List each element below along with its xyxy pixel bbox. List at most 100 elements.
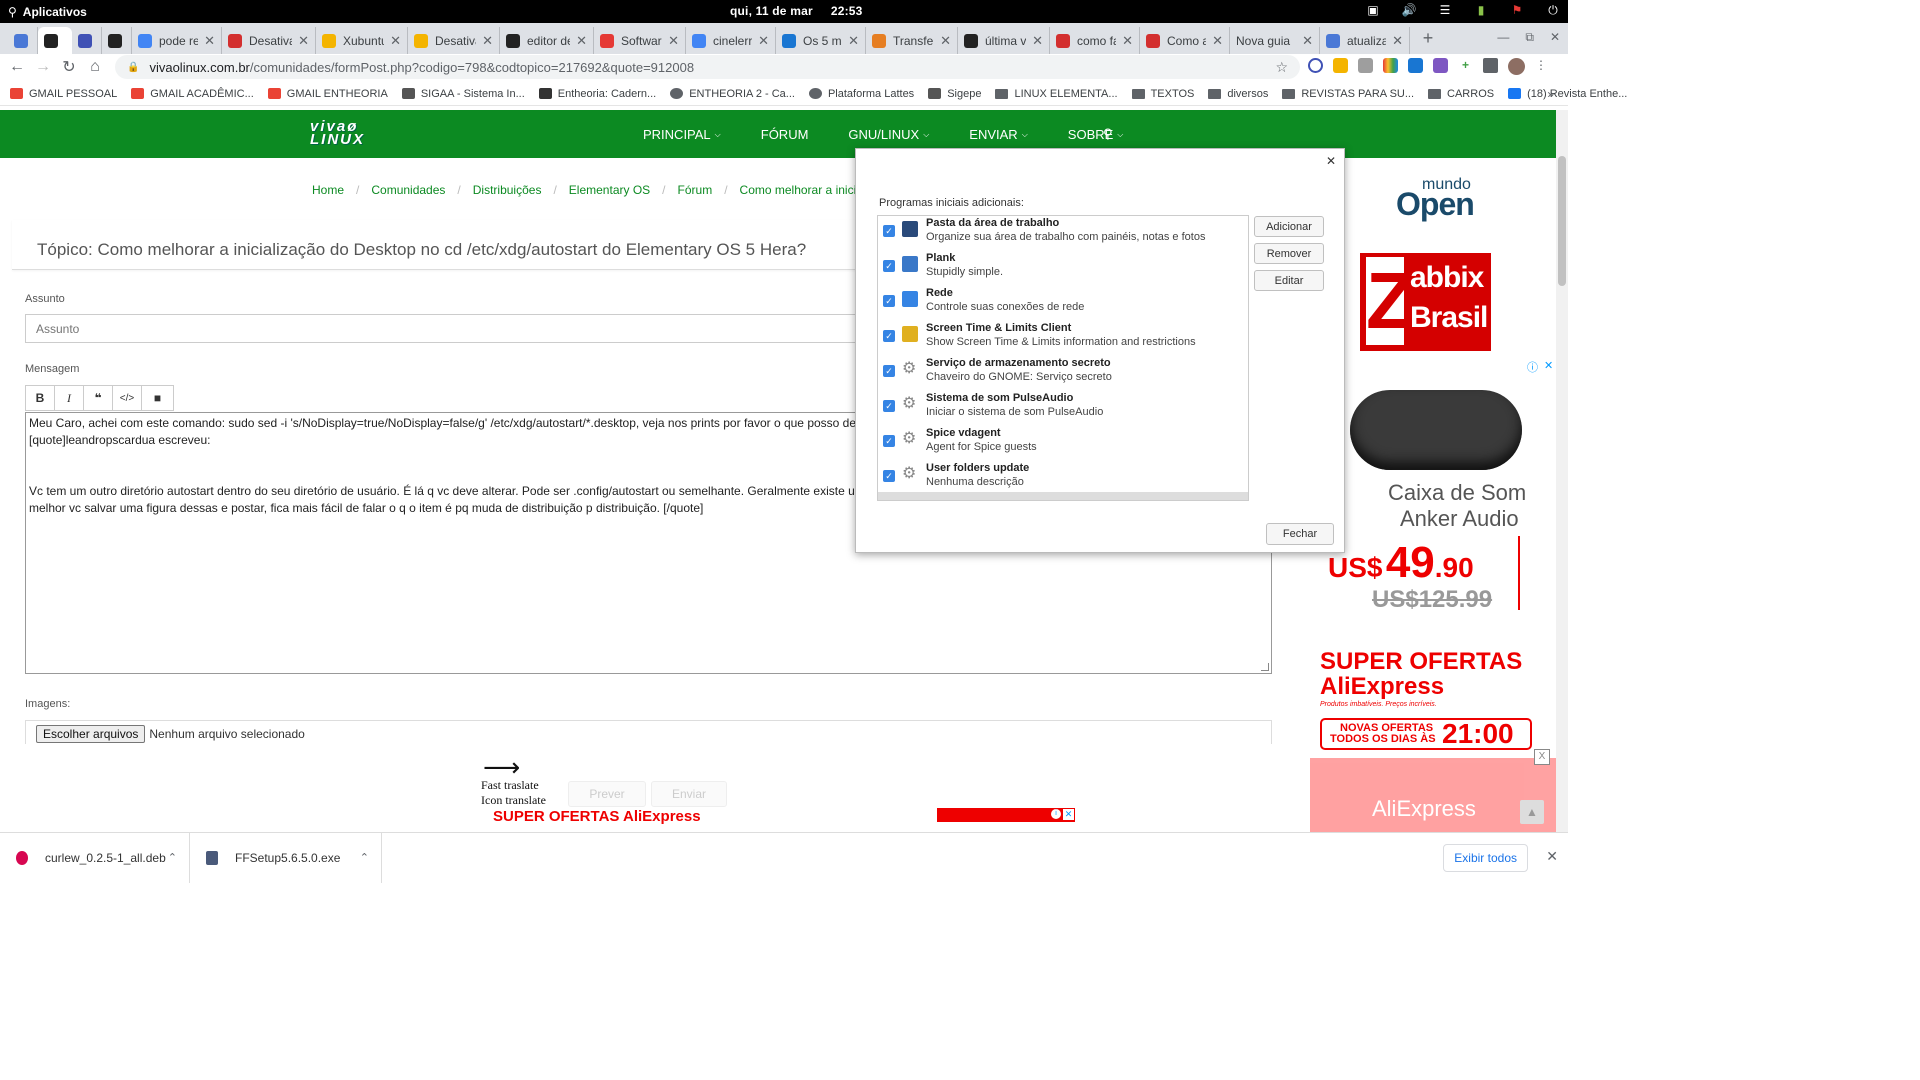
browser-tab[interactable]: atualiza ✕ — [1320, 27, 1410, 54]
browser-tab[interactable]: Os 5 me ✕ — [776, 27, 866, 54]
italic-button[interactable]: I — [55, 386, 84, 410]
extension-icon[interactable] — [1333, 58, 1348, 73]
nav-item-principal[interactable]: PRINCIPAL ⌵ — [643, 127, 721, 142]
nav-item-frum[interactable]: FÓRUM — [761, 127, 809, 142]
enabled-checkbox[interactable]: ✓ — [883, 435, 895, 447]
icon-translate-link[interactable]: Icon translate — [481, 793, 546, 808]
super-ofertas-text[interactable]: SUPER OFERTAS — [1320, 648, 1522, 676]
enabled-checkbox[interactable]: ✓ — [883, 260, 895, 272]
tab-close-icon[interactable]: ✕ — [390, 33, 401, 49]
browser-tab[interactable] — [72, 27, 102, 54]
startup-app-item[interactable]: ✓ ⚙ Spice vdagent Agent for Spice guests — [878, 426, 1248, 461]
extension-icon[interactable] — [1383, 58, 1398, 73]
enabled-checkbox[interactable]: ✓ — [883, 225, 895, 237]
red-ad-banner[interactable]: i ✕ — [937, 808, 1075, 822]
restore-icon[interactable]: ⧉ — [1525, 30, 1534, 45]
scrollbar-thumb[interactable] — [1558, 156, 1566, 286]
browser-tab[interactable]: Como ac ✕ — [1140, 27, 1230, 54]
enabled-checkbox[interactable]: ✓ — [883, 330, 895, 342]
bold-button[interactable]: B — [26, 386, 55, 410]
breadcrumb-link[interactable]: Comunidades — [371, 183, 445, 197]
close-button[interactable]: Fechar — [1266, 523, 1334, 545]
new-tab-button[interactable]: + — [1416, 28, 1440, 49]
speaker-image[interactable] — [1350, 390, 1522, 470]
bookmark-item[interactable]: Sigepe — [928, 88, 981, 100]
browser-tab[interactable]: última v ✕ — [958, 27, 1050, 54]
bookmark-item[interactable]: GMAIL PESSOAL — [10, 88, 117, 100]
nav-item-sobre[interactable]: SOBRE ⌵ — [1068, 127, 1124, 142]
tab-close-icon[interactable]: ✕ — [1392, 33, 1403, 49]
ad-close-button[interactable]: X — [1534, 749, 1550, 765]
browser-tab[interactable] — [102, 27, 132, 54]
bookmark-item[interactable]: CARROS — [1428, 88, 1494, 100]
tab-close-icon[interactable]: ✕ — [1302, 33, 1313, 49]
add-button[interactable]: Adicionar — [1254, 216, 1324, 237]
extension-icon[interactable] — [1308, 58, 1323, 73]
ad-info-icon[interactable]: ⓘ — [1527, 359, 1538, 375]
browser-tab[interactable]: Desativa ✕ — [408, 27, 500, 54]
browser-tab[interactable]: Desativa ✕ — [222, 27, 316, 54]
power-icon[interactable]: ⏻ — [1546, 3, 1560, 17]
volume-icon[interactable]: 🔊 — [1402, 3, 1417, 17]
page-scrollbar[interactable] — [1556, 110, 1568, 832]
browser-tab[interactable]: pode rer ✕ — [132, 27, 222, 54]
startup-app-item[interactable]: ✓ ⚙ User folders update Nenhuma descrição — [878, 461, 1248, 496]
ad-close-icon[interactable]: ✕ — [1063, 809, 1074, 820]
applications-menu[interactable]: ⚲ Aplicativos — [0, 5, 87, 19]
prever-button[interactable]: Prever — [568, 781, 646, 807]
ad-close-icon[interactable]: ✕ — [1544, 359, 1553, 375]
notifications-icon[interactable]: ⚑ — [1510, 3, 1524, 17]
bookmark-item[interactable]: TEXTOS — [1131, 88, 1194, 100]
bookmark-item[interactable]: Plataforma Lattes — [808, 88, 914, 100]
novas-ofertas-badge[interactable]: NOVAS OFERTAS TODOS OS DIAS ÀS 21:00 — [1320, 718, 1532, 750]
bookmark-item[interactable]: Entheoria: Cadern... — [538, 88, 656, 100]
startup-app-item[interactable]: ✓ Plank Stupidly simple. — [878, 251, 1248, 286]
video-button[interactable]: ■ — [142, 386, 173, 410]
dialog-close-icon[interactable]: ✕ — [1326, 154, 1336, 168]
breadcrumb-link[interactable]: Elementary OS — [569, 183, 650, 197]
nav-item-enviar[interactable]: ENVIAR ⌵ — [969, 127, 1027, 142]
browser-menu-icon[interactable]: ⋮ — [1535, 58, 1547, 75]
startup-apps-list[interactable]: ✓ Pasta da área de trabalho Organize sua á… — [877, 215, 1249, 501]
tab-close-icon[interactable]: ✕ — [576, 33, 587, 49]
extension-icon[interactable] — [1358, 58, 1373, 73]
lock-icon[interactable]: 🔒 — [127, 62, 139, 73]
battery-icon[interactable]: ▮ — [1474, 3, 1488, 17]
reload-button[interactable]: ↻ — [56, 57, 82, 77]
workspace-indicator-icon[interactable]: ▣ — [1366, 3, 1380, 17]
bookmark-item[interactable]: (18) Revista Enthe... — [1508, 88, 1627, 100]
chevron-up-icon[interactable]: ⌃ — [168, 851, 177, 864]
code-button[interactable]: </> — [113, 386, 142, 410]
horizontal-scrollbar[interactable] — [878, 492, 1248, 500]
resize-handle[interactable] — [1261, 663, 1269, 671]
more-bookmarks-icon[interactable]: » — [1547, 87, 1554, 101]
browser-tab[interactable]: Software ✕ — [594, 27, 686, 54]
add-extension-icon[interactable]: + — [1458, 58, 1473, 73]
quote-button[interactable]: ❝ — [84, 386, 113, 410]
bookmark-star-icon[interactable]: ☆ — [1275, 59, 1288, 76]
extension-icon[interactable] — [1433, 58, 1448, 73]
breadcrumb-link[interactable]: Fórum — [678, 183, 713, 197]
bookmark-item[interactable]: GMAIL ACADÊMIC... — [131, 88, 254, 100]
puzzle-extensions-icon[interactable] — [1483, 58, 1498, 73]
startup-app-item[interactable]: ✓ Pasta da área de trabalho Organize sua á… — [878, 216, 1248, 251]
wifi-icon[interactable]: ☰ — [1438, 3, 1452, 17]
enabled-checkbox[interactable]: ✓ — [883, 470, 895, 482]
nav-item-gnulinux[interactable]: GNU/LINUX ⌵ — [848, 127, 929, 142]
browser-tab[interactable]: Xubuntu ✕ — [316, 27, 408, 54]
startup-app-item[interactable]: ✓ ⚙ Sistema de som PulseAudio Iniciar o sis… — [878, 391, 1248, 426]
bookmark-item[interactable]: LINUX ELEMENTA... — [995, 88, 1118, 100]
enviar-button[interactable]: Enviar — [651, 781, 727, 807]
tab-close-icon[interactable]: ✕ — [482, 33, 493, 49]
back-button[interactable]: ← — [4, 58, 30, 76]
chevron-up-icon[interactable]: ⌃ — [360, 851, 369, 864]
ad-info-icon[interactable]: i — [1051, 809, 1061, 819]
tab-close-icon[interactable]: ✕ — [668, 33, 679, 49]
close-window-icon[interactable]: ✕ — [1550, 30, 1560, 45]
search-icon[interactable]: ⚲ — [1103, 126, 1113, 142]
breadcrumb-link[interactable]: Home — [312, 183, 344, 197]
enabled-checkbox[interactable]: ✓ — [883, 365, 895, 377]
startup-app-item[interactable]: ✓ ⚙ Serviço de armazenamento secreto Chavei… — [878, 356, 1248, 391]
scroll-to-top-button[interactable]: ▲ — [1520, 800, 1544, 824]
tab-close-icon[interactable]: ✕ — [940, 33, 951, 49]
